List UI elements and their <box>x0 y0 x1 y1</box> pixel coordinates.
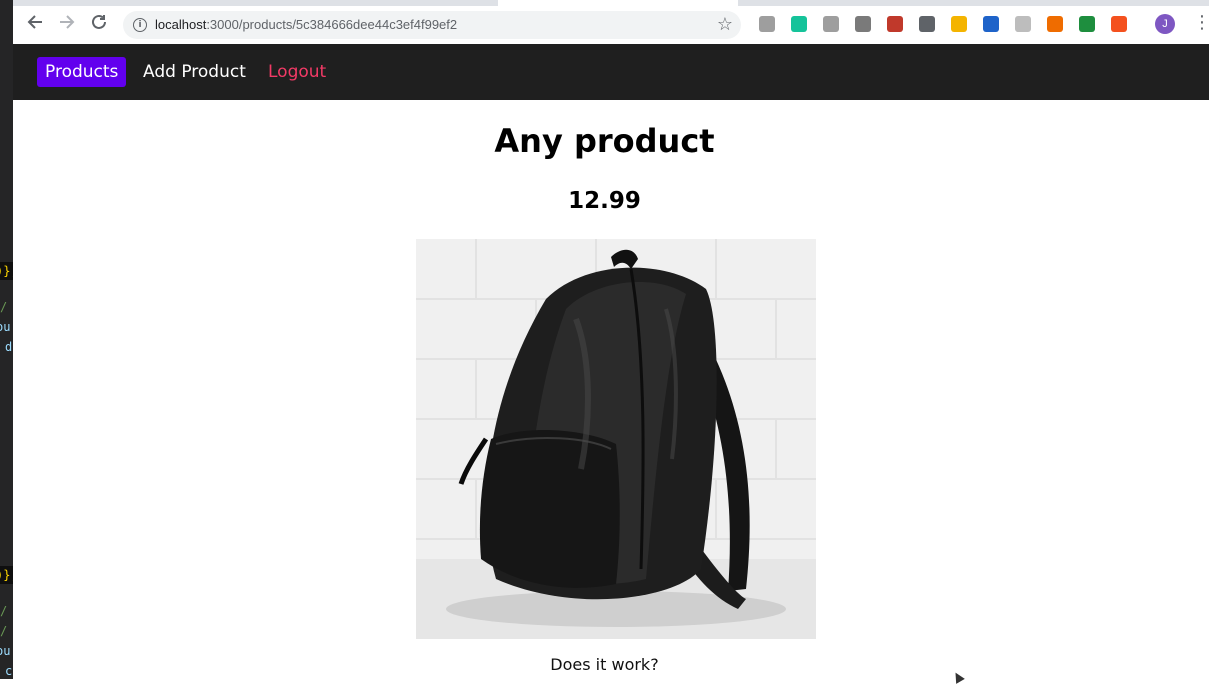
product-description: Does it work? <box>550 655 659 674</box>
ext-icon-11[interactable] <box>1079 16 1095 32</box>
editor-fragment: / <box>0 604 8 618</box>
editor-fragment: / <box>0 300 8 314</box>
tab-strip-edge <box>13 0 1209 6</box>
nav-products-link[interactable]: Products <box>37 57 127 87</box>
url-host: localhost <box>155 17 207 32</box>
editor-fragment: ou <box>0 320 11 334</box>
profile-avatar[interactable]: J <box>1155 14 1175 34</box>
browser-toolbar: i localhost:3000/products/5c384666dee44c… <box>13 0 1209 45</box>
ext-icon-1[interactable] <box>759 16 775 32</box>
editor-fragment: / <box>0 624 8 638</box>
ext-icon-12[interactable] <box>1111 16 1127 32</box>
ext-icon-7[interactable] <box>951 16 967 32</box>
ext-icon-3[interactable] <box>823 16 839 32</box>
main-header: Products Add Product Logout <box>13 44 1209 100</box>
backpack-image <box>416 239 816 639</box>
url-path: :3000/products/5c384666dee44c3ef4f99ef2 <box>206 17 458 32</box>
browser-menu-icon[interactable]: ⋮ <box>1193 13 1209 33</box>
product-title: Any product <box>494 122 715 160</box>
ext-icon-9[interactable] <box>1015 16 1031 32</box>
movistar-icon[interactable] <box>983 16 999 32</box>
reload-icon <box>92 14 106 29</box>
url-text[interactable]: localhost:3000/products/5c384666dee44c3e… <box>155 17 457 32</box>
product-price: 12.99 <box>568 188 641 214</box>
forward-button[interactable] <box>57 13 77 33</box>
reload-button[interactable] <box>89 13 109 33</box>
ext-icon-10[interactable] <box>1047 16 1063 32</box>
editor-strip: )}; / ou d )}; / / ou c <box>0 0 13 679</box>
nav-add-product-link[interactable]: Add Product <box>135 57 254 87</box>
nav-logout-link[interactable]: Logout <box>260 57 334 87</box>
editor-fragment: )}; <box>0 264 13 278</box>
site-info-icon[interactable]: i <box>133 18 147 32</box>
active-tab-edge <box>498 0 738 6</box>
editor-fragment: )}; <box>0 568 13 582</box>
grammarly-icon[interactable] <box>791 16 807 32</box>
back-button[interactable] <box>25 13 45 33</box>
back-arrow-icon <box>27 15 42 29</box>
ext-icon-6[interactable] <box>919 16 935 32</box>
product-image <box>416 239 816 639</box>
ext-icon-5[interactable] <box>887 16 903 32</box>
forward-arrow-icon <box>60 15 75 29</box>
address-bar[interactable]: i localhost:3000/products/5c384666dee44c… <box>123 11 741 39</box>
bookmark-star-icon[interactable]: ☆ <box>717 14 733 35</box>
vue-devtools-icon[interactable] <box>855 16 871 32</box>
editor-fragment: d <box>5 340 13 354</box>
